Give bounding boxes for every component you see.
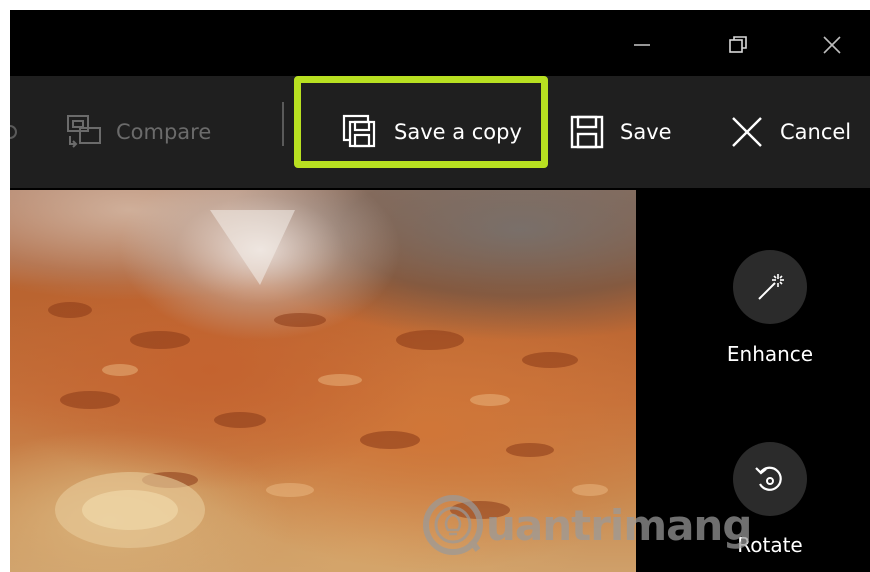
close-button[interactable] <box>812 30 852 60</box>
minimize-icon <box>634 44 650 46</box>
compare-label: Compare <box>116 120 212 144</box>
title-bar <box>10 10 870 76</box>
partial-toolbar-button[interactable] <box>10 76 24 188</box>
minimize-button[interactable] <box>622 30 662 60</box>
photo-canvas[interactable] <box>10 190 636 572</box>
magic-wand-icon <box>758 274 784 300</box>
compare-button[interactable]: Compare <box>66 76 211 188</box>
rotate-icon <box>755 466 782 491</box>
save-button[interactable]: Save <box>570 76 672 188</box>
save-icon <box>570 115 604 149</box>
rotate-label: Rotate <box>737 533 803 557</box>
compare-icon <box>67 115 101 148</box>
cancel-button[interactable]: Cancel <box>730 76 851 188</box>
edit-side-panel: Enhance Rotate <box>636 190 870 572</box>
save-a-copy-highlight <box>294 76 548 168</box>
close-icon <box>823 36 841 54</box>
cancel-label: Cancel <box>780 120 852 144</box>
rotate-button[interactable] <box>733 442 807 516</box>
partial-icon <box>10 125 18 139</box>
enhance-button[interactable] <box>733 250 807 324</box>
enhance-label: Enhance <box>726 342 814 366</box>
save-label: Save <box>620 120 672 144</box>
photo-texture <box>48 210 608 548</box>
restore-icon <box>729 36 747 53</box>
toolbar-divider <box>282 102 284 146</box>
restore-button[interactable] <box>718 30 758 60</box>
cancel-icon <box>732 117 762 147</box>
